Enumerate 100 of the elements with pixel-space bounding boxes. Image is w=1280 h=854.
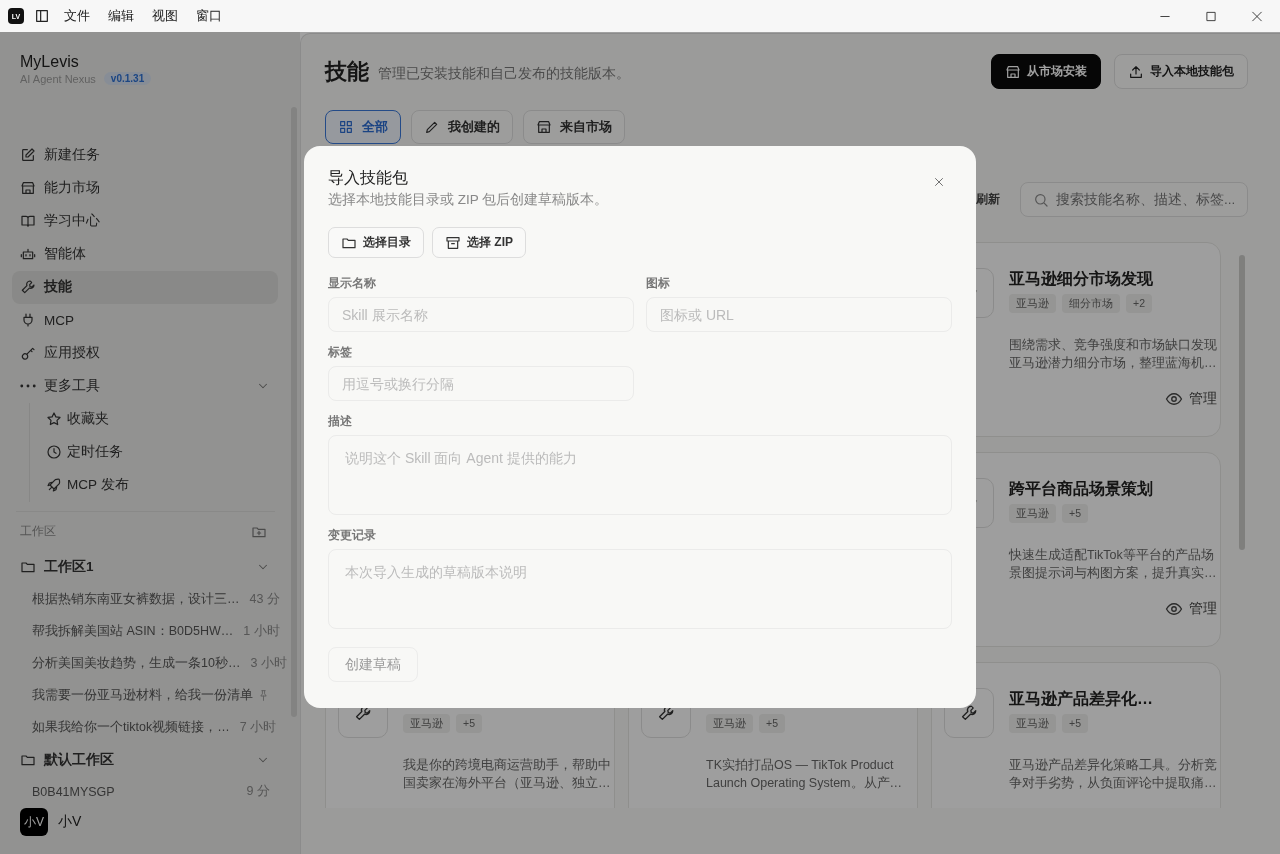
page-subtitle: 管理已安装技能和自己发布的技能版本。 bbox=[378, 64, 630, 83]
nav-item[interactable]: 收藏夹 bbox=[30, 402, 278, 436]
nav-item[interactable]: 智能体 bbox=[12, 237, 278, 271]
eye-icon bbox=[1164, 600, 1183, 618]
book-icon bbox=[20, 213, 36, 230]
task-title: 帮我拆解美国站 ASIN：B0D5HW… bbox=[32, 623, 234, 641]
section-heading: 工作区 bbox=[20, 523, 56, 541]
tag: 亚马逊 bbox=[706, 714, 753, 733]
version-badge: v0.1.31 bbox=[103, 72, 152, 85]
nav-item[interactable]: 学习中心 bbox=[12, 204, 278, 238]
workspace-item[interactable]: 工作区1 bbox=[0, 551, 300, 584]
import-button[interactable]: 导入本地技能包 bbox=[1114, 54, 1248, 89]
text-area[interactable]: 本次导入生成的草稿版本说明 bbox=[328, 549, 952, 629]
wrench-icon bbox=[960, 704, 978, 722]
skill-title: 跨平台商品场景策划 bbox=[1009, 479, 1154, 499]
filter-tab[interactable]: 我创建的 bbox=[411, 110, 513, 144]
install-button[interactable]: 从市场安装 bbox=[991, 54, 1101, 89]
tag: +5 bbox=[1062, 504, 1088, 523]
dialog-subtitle: 选择本地技能目录或 ZIP 包后创建草稿版本。 bbox=[328, 191, 610, 209]
source-button[interactable]: 选择目录 bbox=[328, 227, 424, 258]
tag: +5 bbox=[1062, 714, 1088, 733]
task-title: 根据热销东南亚女裤数据，设计三… bbox=[32, 590, 240, 608]
store-icon bbox=[20, 180, 36, 197]
clock-icon bbox=[46, 444, 62, 461]
pin-icon bbox=[257, 689, 270, 703]
tag: +5 bbox=[456, 714, 482, 733]
skill-description: 快速生成适配TikTok等平台的产品场 景图提示词与构图方案，提升真实… bbox=[1009, 547, 1217, 582]
filter-tab[interactable]: 来自市场 bbox=[523, 110, 625, 144]
nav-item[interactable]: 定时任务 bbox=[30, 435, 278, 469]
task-item[interactable]: 帮我拆解美国站 ASIN：B0D5HW… 1 小时 bbox=[0, 615, 300, 648]
tag: +2 bbox=[1126, 294, 1152, 313]
skill-card[interactable]: 亚马逊产品差异化… 亚马逊 +5 亚马逊产品差异化策略工具。分析竞 争对手劣势，从负面评论中提取痛… bbox=[931, 662, 1221, 808]
plug-icon bbox=[20, 312, 36, 329]
task-item[interactable]: 我需要一份亚马逊材料，给我一份清单 bbox=[0, 679, 300, 712]
task-title: B0B41MYSGP bbox=[32, 784, 115, 799]
input-field[interactable]: Skill 展示名称 bbox=[328, 297, 634, 332]
task-item[interactable]: 根据热销东南亚女裤数据，设计三… 43 分 bbox=[0, 583, 300, 616]
key-icon bbox=[20, 345, 36, 362]
user-name: 小V bbox=[58, 813, 82, 831]
task-time: 7 小时 bbox=[239, 719, 277, 737]
sidebar-toggle-icon[interactable] bbox=[34, 8, 50, 24]
store-icon bbox=[536, 119, 552, 135]
menu-item[interactable]: 窗口 bbox=[196, 7, 222, 25]
nav-item[interactable]: 新建任务 bbox=[12, 138, 278, 172]
nav-item[interactable]: 技能 bbox=[12, 270, 278, 304]
task-time: 43 分 bbox=[249, 590, 280, 608]
manage-button[interactable]: 管理 bbox=[1165, 390, 1217, 408]
field-label: 标签 bbox=[328, 345, 353, 359]
tag: 细分市场 bbox=[1062, 294, 1120, 313]
archive-icon bbox=[445, 234, 461, 251]
field-label: 变更记录 bbox=[328, 528, 377, 542]
skill-description: TK实拍打品OS — TikTok Product Launch Operating System。从产… bbox=[706, 757, 904, 792]
tag: 亚马逊 bbox=[1009, 504, 1056, 523]
source-button[interactable]: 选择 ZIP bbox=[432, 227, 526, 258]
menu-item[interactable]: 编辑 bbox=[108, 7, 134, 25]
tag: 亚马逊 bbox=[1009, 294, 1056, 313]
skill-description: 围绕需求、竞争强度和市场缺口发现 亚马逊潜力细分市场，整理蓝海机… bbox=[1009, 337, 1217, 372]
pencil-icon bbox=[424, 119, 440, 135]
dialog-title: 导入技能包 bbox=[328, 168, 408, 188]
refresh-button[interactable]: 刷新 bbox=[976, 191, 1000, 208]
manage-button[interactable]: 管理 bbox=[1164, 600, 1217, 618]
task-item[interactable]: B0B41MYSGP 9 分 bbox=[0, 775, 300, 808]
input-field[interactable]: 用逗号或换行分隔 bbox=[328, 366, 634, 401]
brand-name: MyLevis bbox=[20, 52, 80, 72]
search-icon bbox=[1033, 191, 1049, 208]
skill-description: 我是你的跨境电商运营助手，帮助中 国卖家在海外平台（亚马逊、独立… bbox=[403, 757, 611, 792]
close-icon[interactable] bbox=[932, 175, 946, 189]
eye-icon bbox=[1165, 390, 1183, 408]
task-time: 3 小时 bbox=[250, 655, 287, 673]
tag: +5 bbox=[759, 714, 785, 733]
nav-item[interactable]: 应用授权 bbox=[12, 336, 278, 370]
task-time: 1 小时 bbox=[243, 623, 280, 641]
text-area[interactable]: 说明这个 Skill 面向 Agent 提供的能力 bbox=[328, 435, 952, 515]
nav-item[interactable]: MCP 发布 bbox=[30, 468, 278, 502]
filter-tab[interactable]: 全部 bbox=[325, 110, 401, 144]
task-title: 我需要一份亚马逊材料，给我一份清单 bbox=[32, 687, 253, 705]
nav-item[interactable]: 能力市场 bbox=[12, 171, 278, 205]
search-field[interactable]: 搜索技能名称、描述、标签... bbox=[1020, 182, 1248, 217]
tag: 亚马逊 bbox=[403, 714, 450, 733]
rocket-icon bbox=[46, 477, 62, 494]
task-time: 9 分 bbox=[246, 783, 270, 801]
skill-title: 亚马逊细分市场发现 bbox=[1009, 269, 1154, 289]
wrench-icon bbox=[20, 279, 36, 296]
user-avatar[interactable]: 小V bbox=[20, 808, 48, 836]
field-label: 显示名称 bbox=[328, 276, 377, 290]
workspace-item[interactable]: 默认工作区 bbox=[0, 743, 300, 776]
input-field[interactable]: 图标或 URL bbox=[646, 297, 952, 332]
grid-icon bbox=[338, 119, 354, 135]
skill-title: 亚马逊产品差异化… bbox=[1009, 689, 1154, 709]
page-title: 技能 bbox=[325, 57, 369, 86]
menu-item[interactable]: 文件 bbox=[64, 7, 90, 25]
nav-item[interactable]: MCP bbox=[12, 303, 278, 337]
upload-icon bbox=[1128, 63, 1144, 80]
nav-item[interactable]: 更多工具 bbox=[12, 369, 278, 403]
tag: 亚马逊 bbox=[1009, 714, 1056, 733]
field-label: 描述 bbox=[328, 414, 353, 428]
star-icon bbox=[46, 411, 62, 428]
skill-description: 亚马逊产品差异化策略工具。分析竞 争对手劣势，从负面评论中提取痛… bbox=[1009, 757, 1217, 792]
store-icon bbox=[1005, 63, 1021, 80]
menu-item[interactable]: 视图 bbox=[152, 7, 178, 25]
